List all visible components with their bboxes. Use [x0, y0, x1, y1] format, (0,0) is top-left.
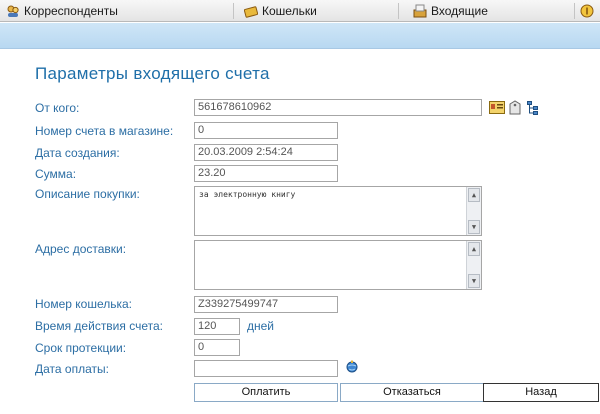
pay-date-field[interactable]	[194, 360, 338, 377]
scroll-down-arrow[interactable]: ▼	[468, 274, 480, 288]
toolbar-correspondents[interactable]: Корреспонденты	[6, 3, 118, 19]
protection-label: Срок протекции:	[35, 341, 127, 355]
calendar-globe-icon[interactable]	[345, 360, 359, 373]
protection-field[interactable]: 0	[194, 339, 240, 356]
scroll-up-arrow[interactable]: ▲	[468, 242, 480, 256]
contacts-icon	[7, 5, 19, 17]
scroll-up-arrow[interactable]: ▲	[468, 188, 480, 202]
created-date-field[interactable]: 20.03.2009 2:54:24	[194, 144, 338, 161]
description-text: за электронную книгу	[199, 190, 296, 199]
wallet-icon	[244, 6, 258, 18]
amount-field[interactable]: 23.20	[194, 165, 338, 182]
toolbar-separator	[398, 3, 399, 19]
purse-number-label: Номер кошелька:	[35, 297, 133, 311]
address-label: Адрес доставки:	[35, 242, 127, 256]
description-textarea[interactable]: за электронную книгу ▲ ▼	[194, 186, 482, 236]
page-title: Параметры входящего счета	[35, 64, 270, 83]
order-number-label: Номер счета в магазине:	[35, 124, 174, 138]
validity-unit: дней	[247, 319, 275, 333]
validity-field[interactable]: 120	[194, 318, 240, 335]
description-label: Описание покупки:	[35, 187, 140, 201]
coin-icon	[580, 4, 594, 18]
pay-date-label: Дата оплаты:	[35, 362, 109, 376]
address-textarea[interactable]: ▲ ▼	[194, 240, 482, 290]
toolbar-more[interactable]	[580, 3, 598, 19]
header-band	[0, 23, 600, 49]
toolbar-separator	[233, 3, 234, 19]
toolbar-wallets-label: Кошельки	[262, 4, 317, 18]
scroll-down-arrow[interactable]: ▼	[468, 220, 480, 234]
tag-icon[interactable]	[509, 100, 521, 115]
toolbar-inbox-label: Входящие	[431, 4, 488, 18]
inbox-icon	[413, 4, 427, 18]
toolbar-correspondents-label: Корреспонденты	[24, 4, 118, 18]
tree-icon[interactable]	[527, 101, 539, 115]
back-button[interactable]: Назад	[483, 383, 599, 402]
toolbar-inbox[interactable]: Входящие	[413, 3, 488, 19]
pay-button[interactable]: Оплатить	[194, 383, 338, 402]
toolbar-wallets[interactable]: Кошельки	[244, 3, 317, 19]
amount-label: Сумма:	[35, 167, 77, 181]
from-label: От кого:	[35, 101, 80, 115]
created-date-label: Дата создания:	[35, 146, 120, 160]
top-toolbar: Корреспонденты Кошельки Входящие	[0, 0, 600, 22]
refuse-button[interactable]: Отказаться	[340, 383, 484, 402]
contact-card-icon[interactable]	[489, 101, 505, 114]
purse-number-field[interactable]: Z339275499747	[194, 296, 338, 313]
description-scrollbar[interactable]: ▲ ▼	[466, 187, 481, 235]
address-scrollbar[interactable]: ▲ ▼	[466, 241, 481, 289]
validity-label: Время действия счета:	[35, 319, 163, 333]
order-number-field[interactable]: 0	[194, 122, 338, 139]
from-field[interactable]: 561678610962	[194, 99, 482, 116]
toolbar-separator	[574, 3, 575, 19]
